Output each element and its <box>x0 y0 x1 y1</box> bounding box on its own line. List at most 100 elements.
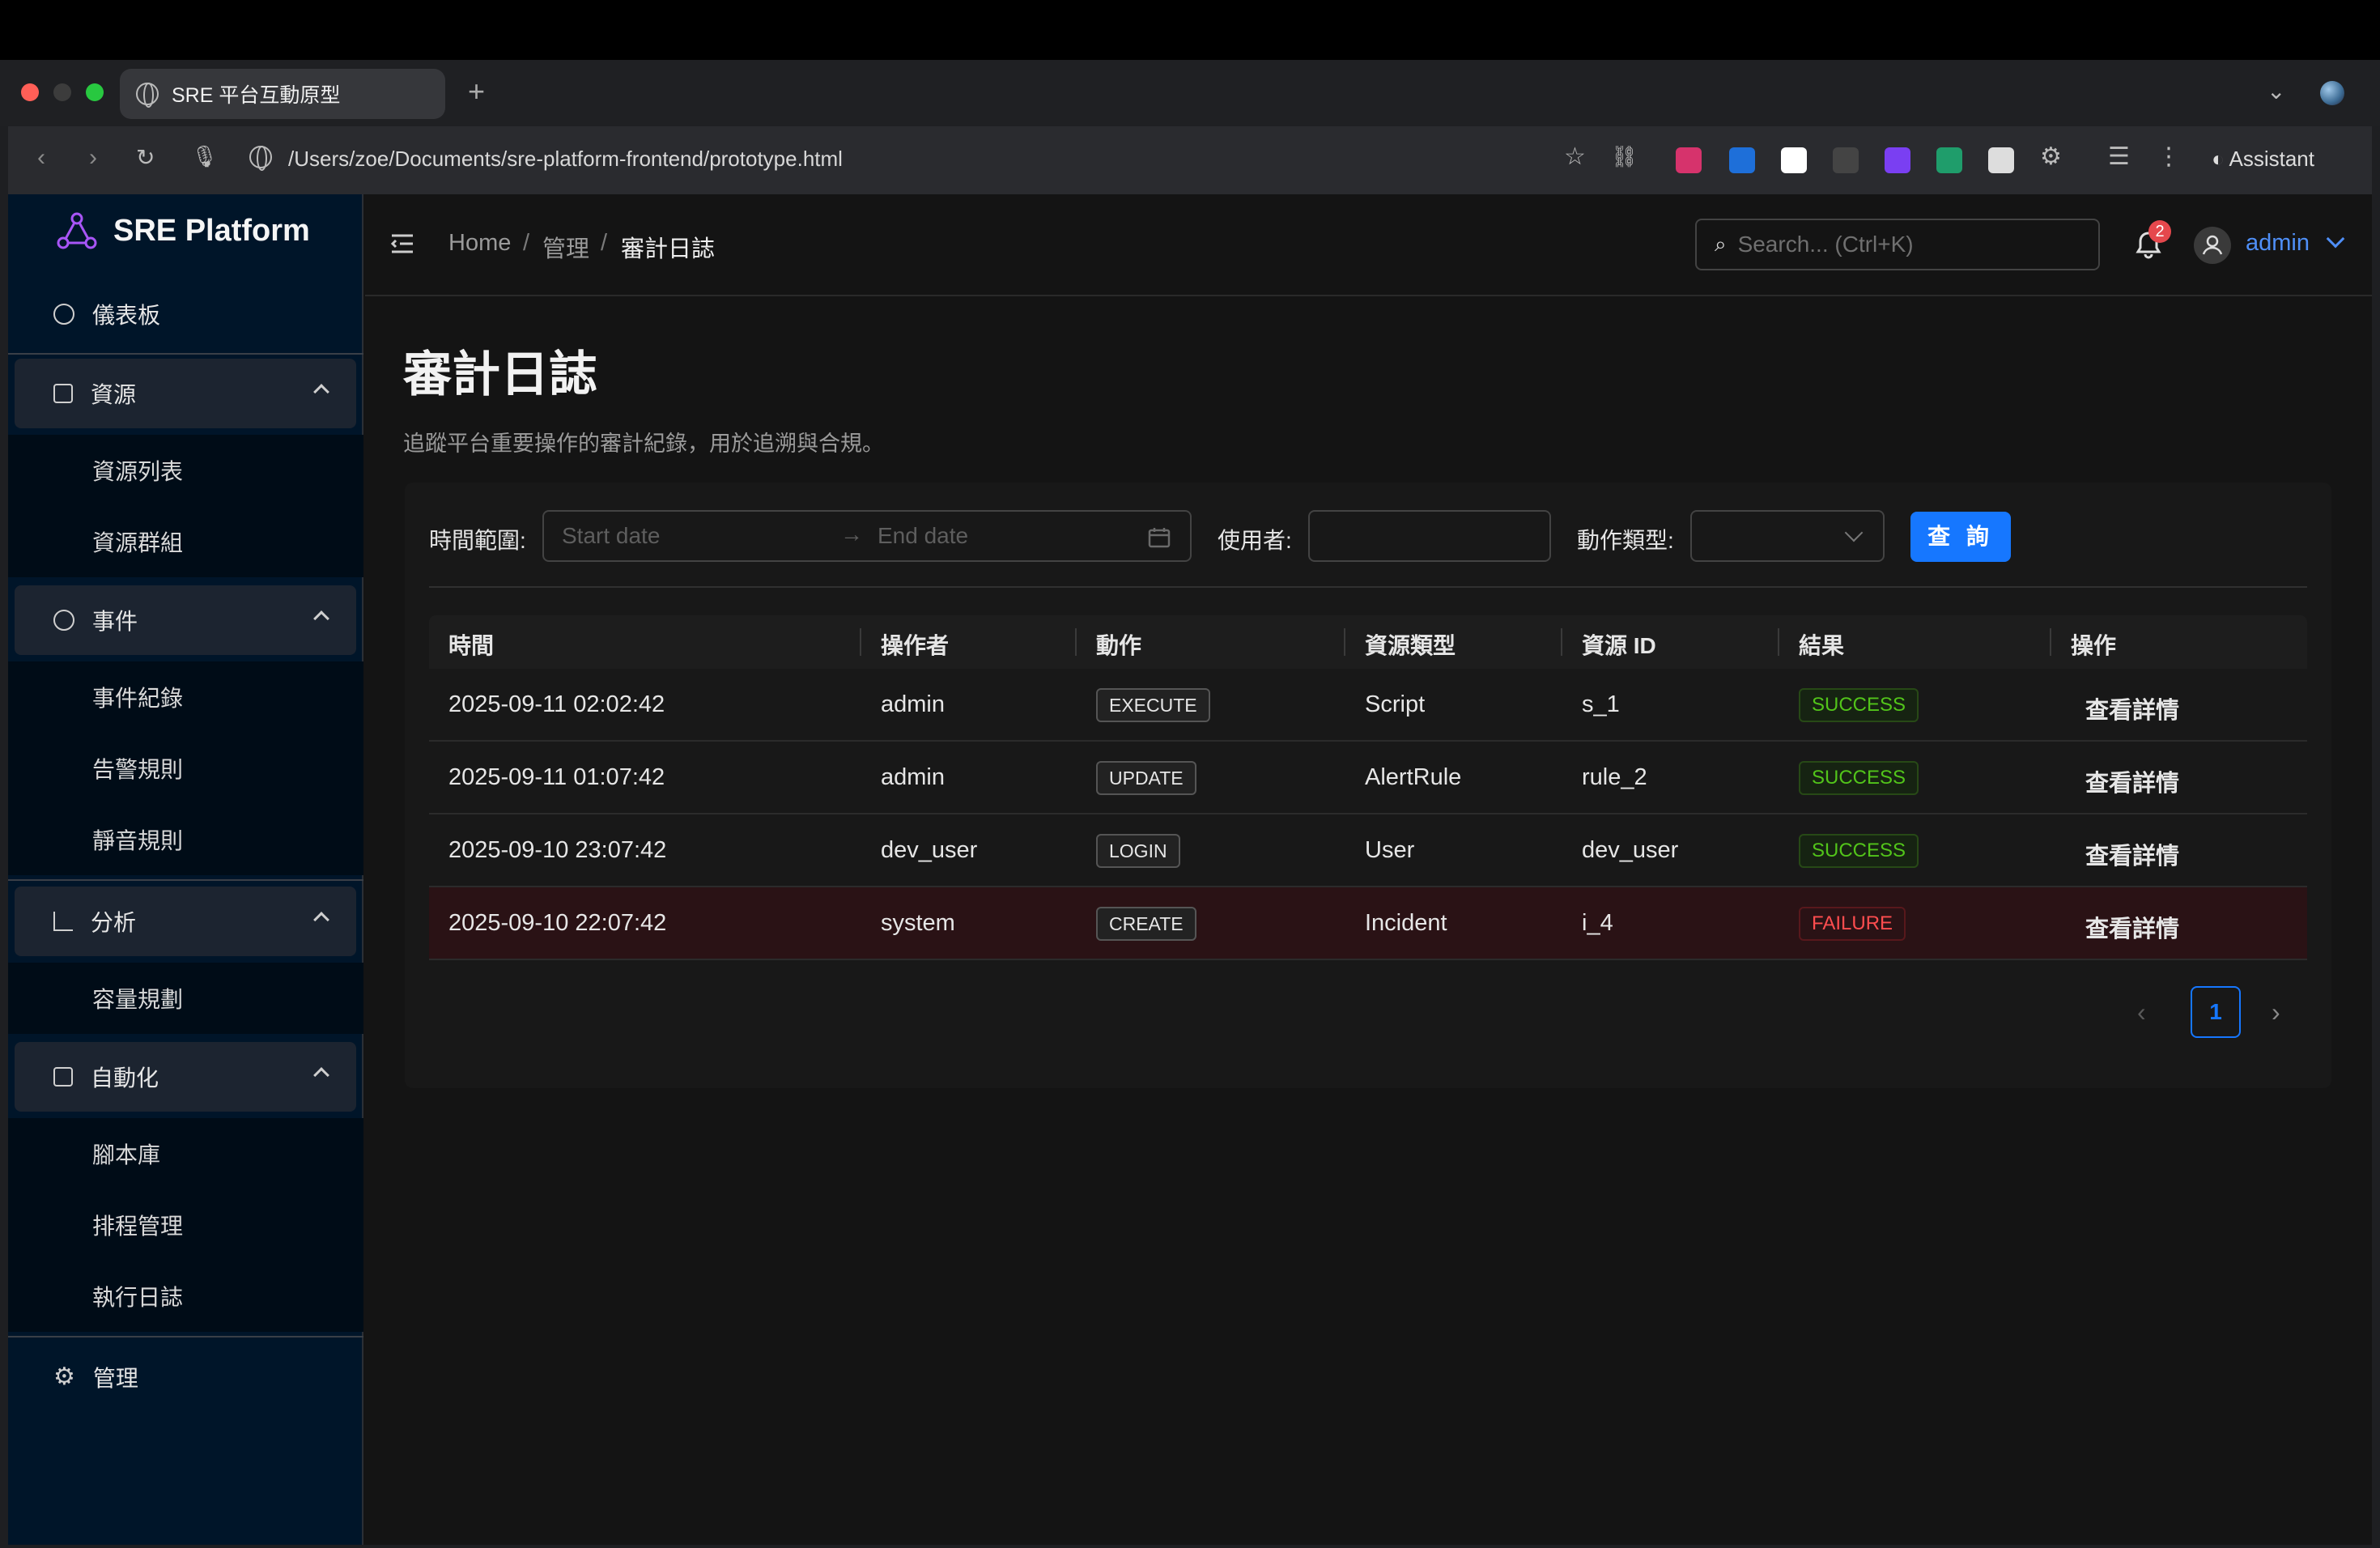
status-badge: SUCCESS <box>1799 761 1919 795</box>
screen-top-bar <box>0 0 2380 60</box>
link-icon[interactable]: ⛓ <box>1611 144 1638 169</box>
chevron-down-icon <box>1844 523 1864 542</box>
forward-icon[interactable]: › <box>89 144 97 172</box>
audio-wave-icon[interactable]: ⋮ <box>2157 142 2181 171</box>
printer-extension-icon[interactable] <box>1988 147 2014 173</box>
back-icon[interactable]: ‹ <box>37 144 45 172</box>
sidebar-item-event-records[interactable]: 事件紀錄 <box>8 661 363 733</box>
sidebar-item-alert-rules[interactable]: 告警規則 <box>8 733 363 804</box>
pagination-next-icon[interactable]: › <box>2272 997 2280 1027</box>
sidebar-item-script-library[interactable]: 腳本庫 <box>8 1118 363 1189</box>
sidebar-item-label: 儀表板 <box>92 303 161 328</box>
resources-icon <box>53 384 73 403</box>
end-date-input[interactable]: End date <box>878 523 968 549</box>
column-header-resource-type: 資源類型 <box>1365 633 1456 658</box>
notification-count-badge: 2 <box>2148 220 2171 243</box>
cell-operator: dev_user <box>881 837 978 863</box>
sidebar-item-label: 事件紀錄 <box>92 686 184 711</box>
view-details-link[interactable]: 查看詳情 <box>2085 764 2179 798</box>
translate-extension-icon[interactable] <box>1676 147 1702 173</box>
breadcrumb-separator: / <box>601 230 608 256</box>
start-date-input[interactable]: Start date <box>562 523 660 549</box>
close-window-button[interactable] <box>21 83 39 101</box>
breadcrumb-current: 審計日誌 <box>621 236 716 262</box>
sidebar-item-resource-groups[interactable]: 資源群組 <box>8 506 363 577</box>
column-separator <box>1561 628 1562 656</box>
query-button[interactable]: 查 詢 <box>1910 512 2011 562</box>
sidebar-group-resources[interactable]: 資源 <box>15 359 356 428</box>
cell-time: 2025-09-11 02:02:42 <box>448 691 665 717</box>
status-badge: SUCCESS <box>1799 688 1919 722</box>
sidebar-item-label: 資源列表 <box>92 459 184 484</box>
new-tab-button[interactable]: + <box>468 74 485 108</box>
action-tag: EXECUTE <box>1096 688 1210 722</box>
user-avatar[interactable] <box>2194 227 2231 264</box>
minimize-window-button[interactable] <box>53 83 71 101</box>
user-filter-input[interactable] <box>1308 510 1551 562</box>
sidebar-item-execution-logs[interactable]: 執行日誌 <box>8 1261 363 1332</box>
reader-list-icon[interactable]: ☰ <box>2108 142 2130 171</box>
site-info-icon[interactable] <box>249 146 272 171</box>
notion-extension-icon[interactable] <box>1781 147 1807 173</box>
bookmark-star-icon[interactable]: ☆ <box>1564 142 1586 171</box>
breadcrumb-admin[interactable]: 管理 <box>542 230 589 264</box>
sidebar-item-capacity-planning[interactable]: 容量規劃 <box>8 963 363 1034</box>
reload-icon[interactable]: ↻ <box>136 144 155 171</box>
view-details-link[interactable]: 查看詳情 <box>2085 837 2179 871</box>
address-input[interactable]: /Users/zoe/Documents/sre-platform-fronte… <box>288 147 843 172</box>
globe-icon <box>136 83 159 108</box>
filter-divider <box>429 586 2307 588</box>
cell-resource-id: s_1 <box>1582 691 1620 717</box>
cell-resource-type: Script <box>1365 691 1426 717</box>
sidebar-item-resource-list[interactable]: 資源列表 <box>8 435 363 506</box>
user-filter-label: 使用者: <box>1218 528 1292 553</box>
pagination-page-button[interactable]: 1 <box>2191 986 2241 1038</box>
column-separator <box>2050 628 2051 656</box>
extensions-puzzle-icon[interactable]: ⚙ <box>2040 142 2062 171</box>
assistant-button[interactable]: ◐ Assistant <box>2212 147 2314 172</box>
action-type-select[interactable] <box>1690 510 1885 562</box>
sidebar-group-analysis[interactable]: 分析 <box>15 887 356 956</box>
sidebar-item-admin[interactable]: ⚙ 管理 <box>15 1342 356 1412</box>
browser-tab-active[interactable]: SRE 平台互動原型 <box>120 69 445 119</box>
column-header-time: 時間 <box>448 633 495 658</box>
sidebar-group-events[interactable]: 事件 <box>15 585 356 655</box>
tools-extension-icon[interactable] <box>1833 147 1859 173</box>
sidebar-group-label: 自動化 <box>91 1065 159 1091</box>
cell-resource-id: rule_2 <box>1582 764 1647 790</box>
breadcrumb-home[interactable]: Home <box>448 230 511 257</box>
menu-fold-icon[interactable] <box>390 233 414 254</box>
column-header-operation: 操作 <box>2071 633 2117 658</box>
user-name: admin <box>2246 230 2310 256</box>
sidebar-item-label: 資源群組 <box>92 530 184 555</box>
user-icon <box>2202 235 2223 255</box>
tab-list-chevron-icon[interactable]: ⌄ <box>2267 78 2285 104</box>
microphone-icon[interactable]: 🎙 <box>191 144 218 169</box>
view-details-link[interactable]: 查看詳情 <box>2085 910 2179 944</box>
brand-logo[interactable]: SRE Platform <box>57 212 310 249</box>
date-range-picker[interactable]: Start date → End date <box>542 510 1192 562</box>
maximize-window-button[interactable] <box>86 83 104 101</box>
cell-time: 2025-09-11 01:07:42 <box>448 764 665 790</box>
sidebar-item-schedule-management[interactable]: 排程管理 <box>8 1189 363 1261</box>
purple-extension-icon[interactable] <box>1885 147 1910 173</box>
sidebar-item-silence-rules[interactable]: 靜音規則 <box>8 804 363 875</box>
sidebar-group-automation[interactable]: 自動化 <box>15 1042 356 1112</box>
breadcrumb-separator: / <box>523 230 530 256</box>
tab-title: SRE 平台互動原型 <box>172 84 341 107</box>
cell-operator: admin <box>881 764 945 790</box>
download-extension-icon[interactable] <box>1936 147 1962 173</box>
s-extension-icon[interactable] <box>1729 147 1755 173</box>
view-details-link[interactable]: 查看詳情 <box>2085 691 2179 725</box>
action-tag: UPDATE <box>1096 761 1196 795</box>
assistant-label: Assistant <box>2229 147 2315 171</box>
global-search-input[interactable]: ⌕ Search... (Ctrl+K) <box>1695 219 2100 270</box>
status-badge: FAILURE <box>1799 907 1906 941</box>
sidebar-item-dashboard[interactable]: 儀表板 <box>15 279 356 349</box>
pagination-prev-icon[interactable]: ‹ <box>2137 997 2146 1027</box>
sidebar-group-label: 分析 <box>91 910 137 935</box>
user-menu[interactable]: admin <box>2246 229 2345 257</box>
profile-icon[interactable] <box>2320 81 2344 105</box>
dashboard-icon <box>53 304 74 325</box>
cell-resource-id: dev_user <box>1582 837 1679 863</box>
